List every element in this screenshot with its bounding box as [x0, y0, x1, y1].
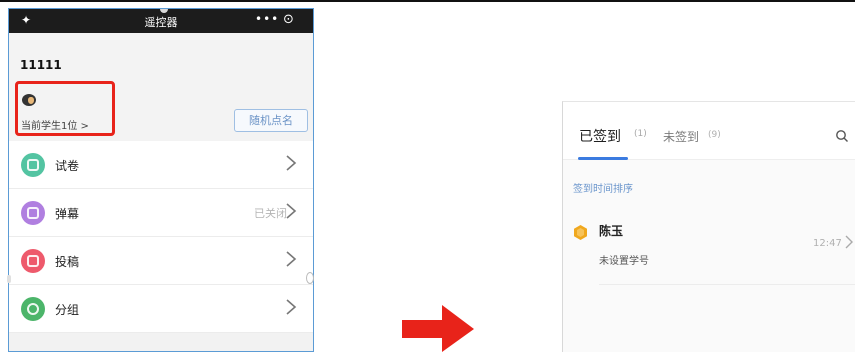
right-arrow-icon: [402, 305, 474, 352]
student-name: 陈玉: [599, 224, 624, 238]
document-icon: [21, 153, 45, 177]
tab-not-signed-in[interactable]: 未签到: [663, 128, 699, 145]
class-panel: 11111 当前学生1位 > 随机点名: [9, 33, 313, 141]
submit-icon: [21, 249, 45, 273]
student-row[interactable]: [563, 208, 855, 284]
remote-control-screen: ✦ 遥控器 ••• ⊙ 11111 当前学生1位 > 随机点名 试卷 弹幕 已关…: [8, 8, 314, 352]
tab-not-signed-in-count: (9): [708, 130, 721, 140]
row-divider: [599, 284, 855, 285]
chevron-right-icon: [286, 155, 297, 171]
check-in-screen: 已签到 (1) 未签到 (9) 签到时间排序 陈玉 未设置学号 12:47: [562, 101, 855, 352]
student-count-link[interactable]: 当前学生1位 >: [21, 117, 89, 132]
group-icon: [21, 297, 45, 321]
student-id-status: 未设置学号: [599, 256, 649, 267]
chevron-right-icon: [286, 251, 297, 267]
bullet-comment-icon: [21, 201, 45, 225]
avatar: [22, 94, 36, 106]
sort-by-time-link[interactable]: 签到时间排序: [573, 180, 633, 195]
menu-item-exam[interactable]: 试卷: [9, 141, 313, 189]
function-menu: 试卷 弹幕 已关闭 投稿 分组: [9, 141, 313, 333]
active-tab-indicator: [578, 157, 628, 160]
title-bar: ✦ 遥控器 ••• ⊙: [9, 9, 313, 33]
menu-item-submission[interactable]: 投稿: [9, 237, 313, 285]
chevron-right-icon: [845, 235, 853, 249]
target-icon[interactable]: ⊙: [283, 12, 294, 27]
menu-item-danmaku[interactable]: 弹幕 已关闭: [9, 189, 313, 237]
check-in-time: 12:47: [813, 238, 842, 249]
menu-item-label: 投稿: [55, 255, 80, 269]
menu-item-label: 试卷: [55, 159, 80, 173]
tab-signed-in-count: (1): [634, 129, 647, 139]
side-handle-right: [306, 272, 314, 284]
chevron-right-icon: [286, 203, 297, 219]
top-border-line: [0, 0, 855, 2]
menu-item-label: 分组: [55, 303, 80, 317]
hexagon-badge-icon: [574, 225, 587, 240]
menu-item-label: 弹幕: [55, 207, 80, 221]
tab-header: 已签到 (1) 未签到 (9): [563, 102, 855, 160]
more-icon[interactable]: •••: [255, 12, 279, 26]
menu-item-group[interactable]: 分组: [9, 285, 313, 333]
search-icon[interactable]: [835, 129, 849, 143]
tab-signed-in[interactable]: 已签到: [579, 126, 621, 146]
chevron-right-icon: [286, 299, 297, 315]
side-handle-left: [7, 275, 11, 283]
random-call-button[interactable]: 随机点名: [234, 109, 308, 132]
class-name: 11111: [20, 58, 62, 72]
